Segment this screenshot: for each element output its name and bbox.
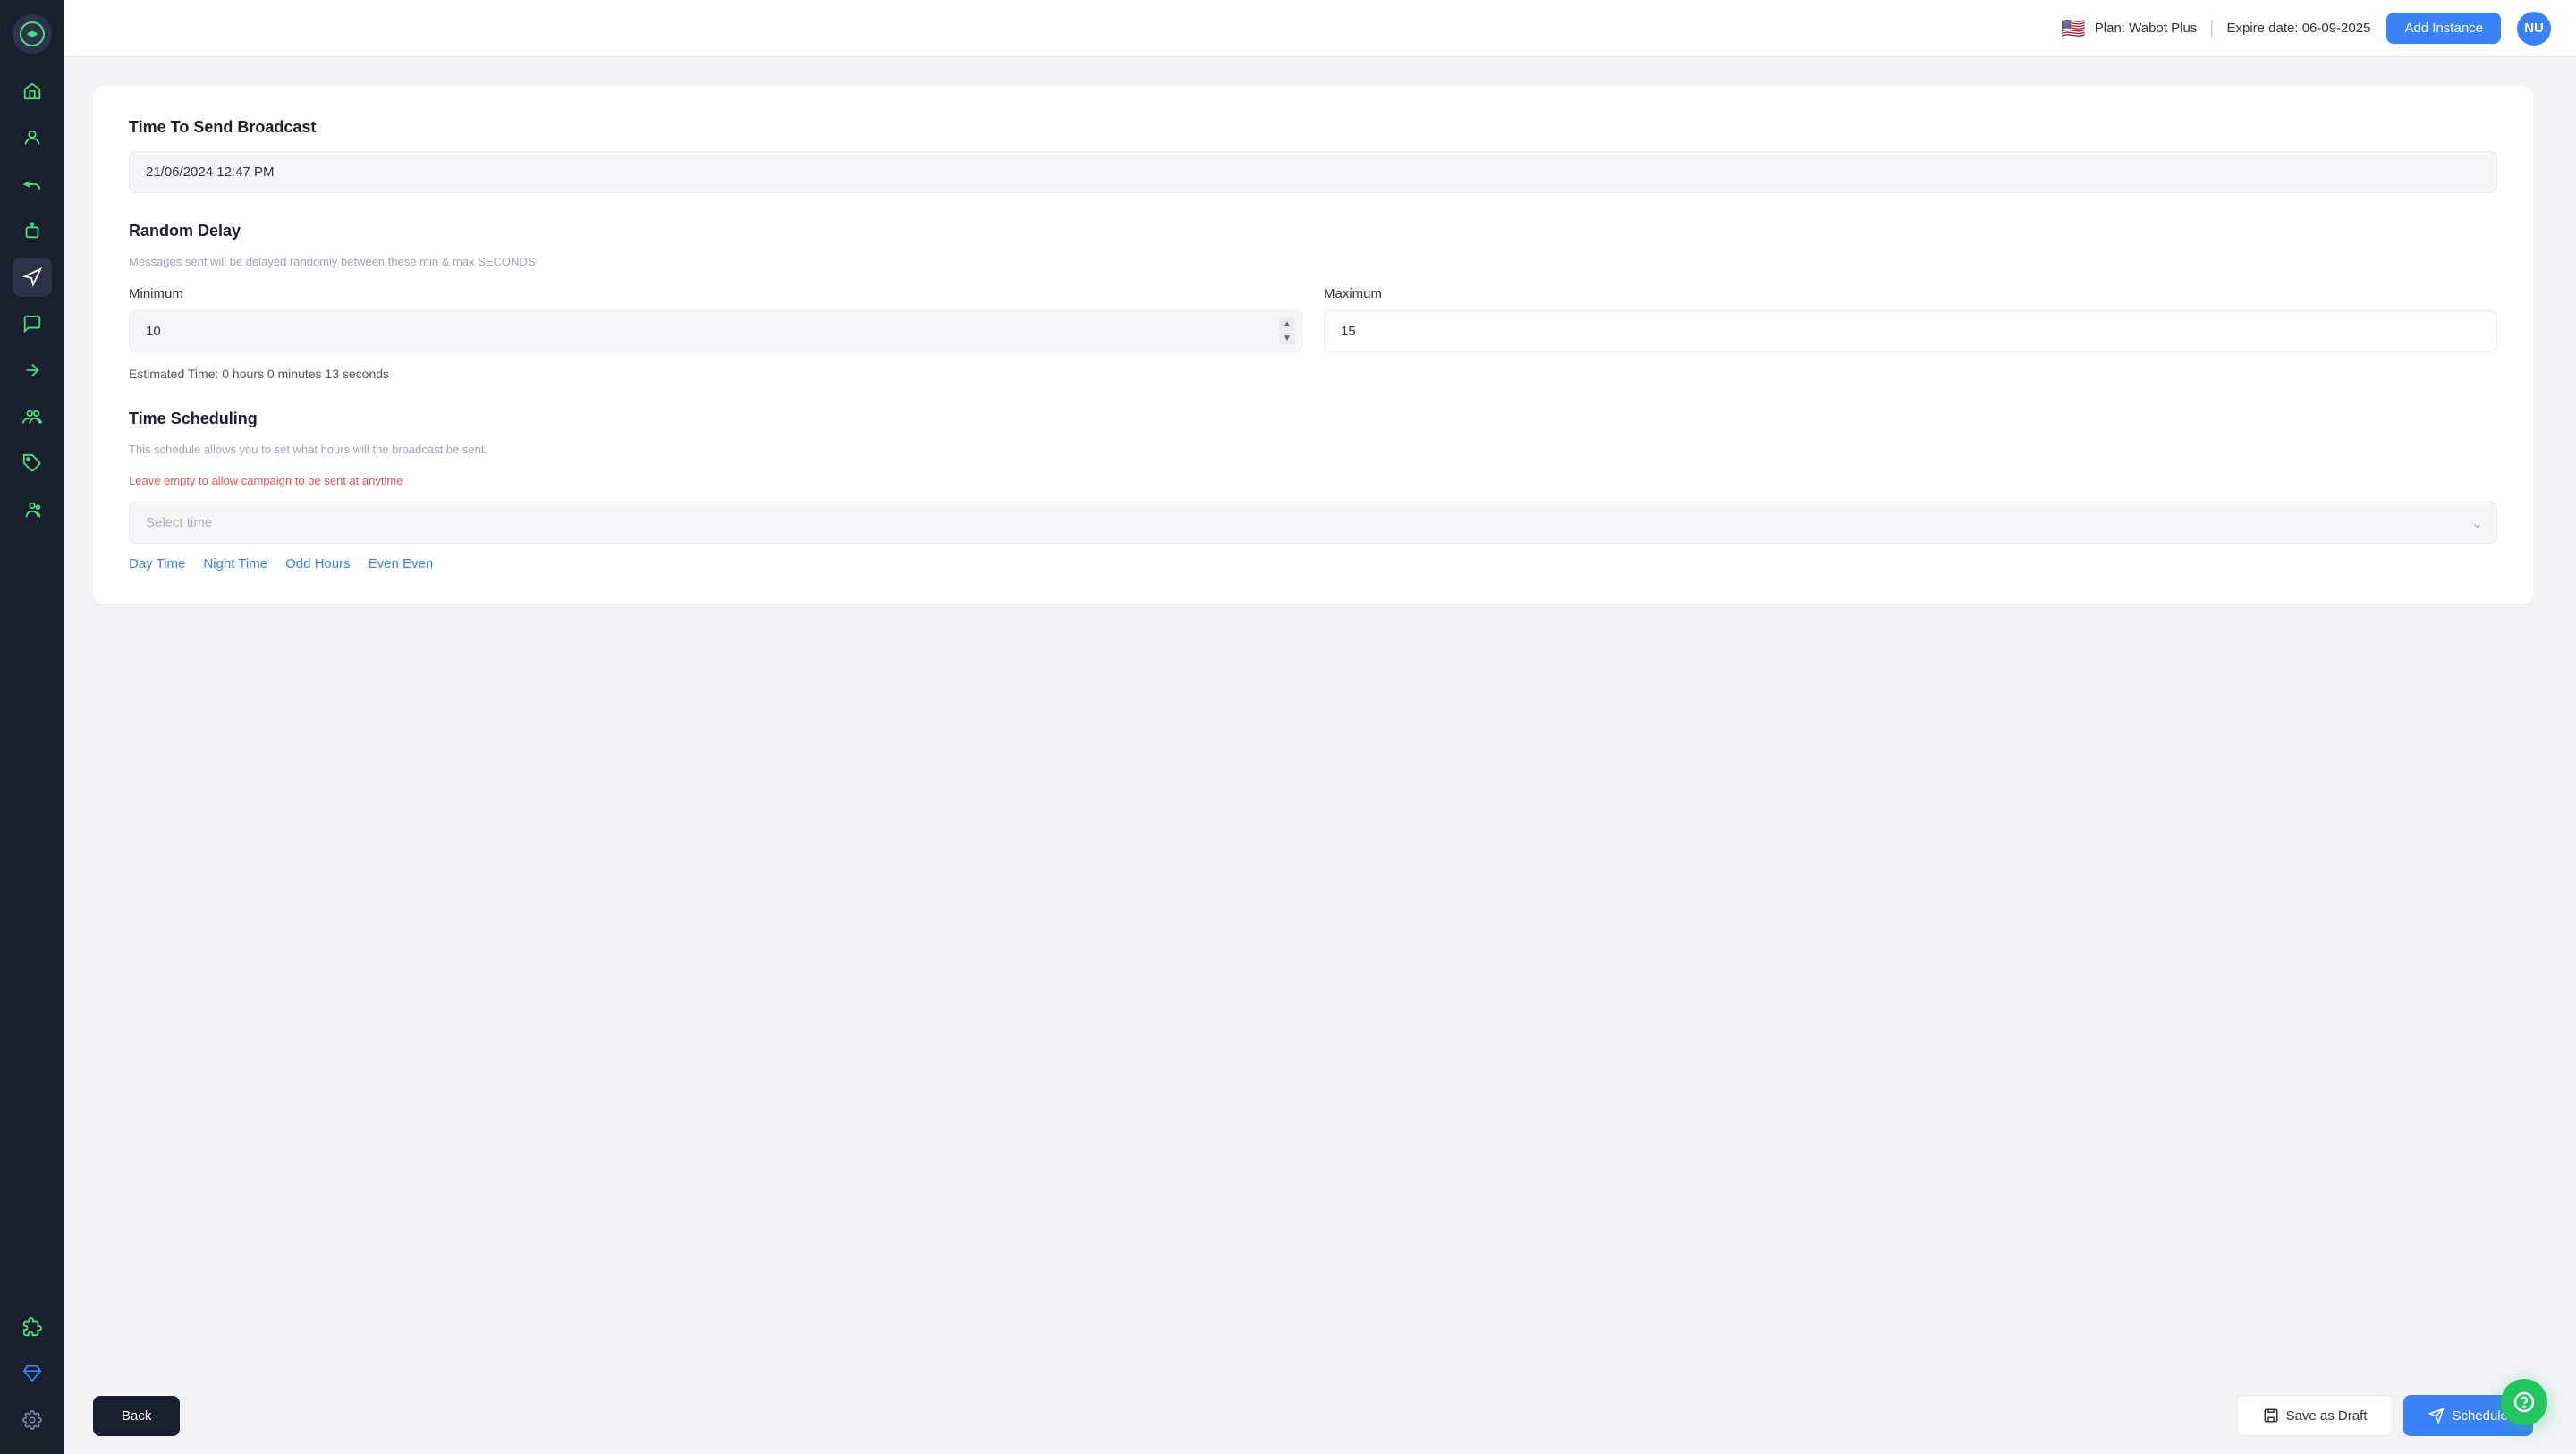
back-button[interactable]: Back xyxy=(93,1396,180,1436)
save-draft-label: Save as Draft xyxy=(2286,1408,2368,1424)
time-presets: Day Time Night Time Odd Hours Even Even xyxy=(129,556,2497,571)
save-draft-button[interactable]: Save as Draft xyxy=(2237,1395,2394,1436)
sidebar-item-tags[interactable] xyxy=(13,444,52,483)
preset-odd-hours[interactable]: Odd Hours xyxy=(285,556,351,571)
user-avatar[interactable]: NU xyxy=(2517,12,2551,46)
random-delay-desc: Messages sent will be delayed randomly b… xyxy=(129,255,2497,268)
preset-night-time[interactable]: Night Time xyxy=(203,556,267,571)
time-scheduling-note: Leave empty to allow campaign to be sent… xyxy=(129,474,2497,487)
minimum-spinner: ▲ ▼ xyxy=(1279,318,1295,345)
maximum-label: Maximum xyxy=(1324,286,2497,301)
maximum-input[interactable] xyxy=(1324,310,2497,352)
sidebar-item-home[interactable] xyxy=(13,72,52,111)
schedule-icon xyxy=(2428,1408,2445,1424)
footer-actions: Save as Draft Schedule xyxy=(2237,1395,2533,1436)
time-scheduling-section: Time Scheduling This schedule allows you… xyxy=(129,410,2497,571)
sidebar-item-export[interactable] xyxy=(13,351,52,390)
minimum-field: Minimum ▲ ▼ xyxy=(129,286,1302,352)
datetime-input[interactable] xyxy=(129,151,2497,193)
sidebar-logo[interactable] xyxy=(13,14,52,54)
time-to-send-section: Time To Send Broadcast xyxy=(129,118,2497,193)
sidebar-item-diamond[interactable] xyxy=(13,1354,52,1393)
maximum-field: Maximum xyxy=(1324,286,2497,352)
sidebar-item-bot[interactable] xyxy=(13,211,52,250)
footer: Back Save as Draft Schedule xyxy=(64,1377,2576,1454)
sidebar-item-group[interactable] xyxy=(13,490,52,529)
time-scheduling-title: Time Scheduling xyxy=(129,410,2497,428)
expire-label: Expire date: 06-09-2025 xyxy=(2226,21,2370,36)
add-instance-button[interactable]: Add Instance xyxy=(2386,13,2501,44)
sidebar-item-broadcast[interactable] xyxy=(13,258,52,297)
help-fab-button[interactable] xyxy=(2501,1379,2547,1425)
sidebar xyxy=(0,0,64,1454)
save-draft-icon xyxy=(2263,1408,2279,1424)
random-delay-section: Random Delay Messages sent will be delay… xyxy=(129,222,2497,381)
minimum-increment[interactable]: ▲ xyxy=(1279,318,1295,331)
delay-inputs: Minimum ▲ ▼ Maximum xyxy=(129,286,2497,352)
plan-label: Plan: Wabot Plus xyxy=(2095,21,2198,36)
main-area: 🇺🇸 Plan: Wabot Plus | Expire date: 06-09… xyxy=(64,0,2576,1454)
select-time[interactable]: Select time xyxy=(129,502,2497,544)
time-scheduling-desc: This schedule allows you to set what hou… xyxy=(129,443,2497,456)
minimum-label: Minimum xyxy=(129,286,1302,301)
flag-icon: 🇺🇸 xyxy=(2061,17,2085,40)
estimated-time: Estimated Time: 0 hours 0 minutes 13 sec… xyxy=(129,367,2497,381)
content-area: Time To Send Broadcast Random Delay Mess… xyxy=(64,57,2576,1377)
broadcast-form-card: Time To Send Broadcast Random Delay Mess… xyxy=(93,86,2533,604)
sidebar-item-settings[interactable] xyxy=(13,1400,52,1440)
minimum-input[interactable] xyxy=(129,310,1302,352)
header-plan: 🇺🇸 Plan: Wabot Plus | Expire date: 06-09… xyxy=(2061,17,2370,40)
header-separator: | xyxy=(2209,18,2214,38)
preset-day-time[interactable]: Day Time xyxy=(129,556,185,571)
header: 🇺🇸 Plan: Wabot Plus | Expire date: 06-09… xyxy=(64,0,2576,57)
select-time-wrap: Select time ⌄ xyxy=(129,502,2497,544)
sidebar-item-team[interactable] xyxy=(13,397,52,436)
preset-even-even[interactable]: Even Even xyxy=(369,556,434,571)
minimum-input-wrap: ▲ ▼ xyxy=(129,310,1302,352)
sidebar-item-contacts[interactable] xyxy=(13,118,52,157)
random-delay-title: Random Delay xyxy=(129,222,2497,241)
sidebar-item-replies[interactable] xyxy=(13,165,52,204)
schedule-label: Schedule xyxy=(2452,1408,2508,1424)
help-icon xyxy=(2513,1391,2535,1413)
time-to-send-title: Time To Send Broadcast xyxy=(129,118,2497,137)
sidebar-item-plugin[interactable] xyxy=(13,1307,52,1347)
sidebar-item-chat[interactable] xyxy=(13,304,52,343)
minimum-decrement[interactable]: ▼ xyxy=(1279,333,1295,345)
